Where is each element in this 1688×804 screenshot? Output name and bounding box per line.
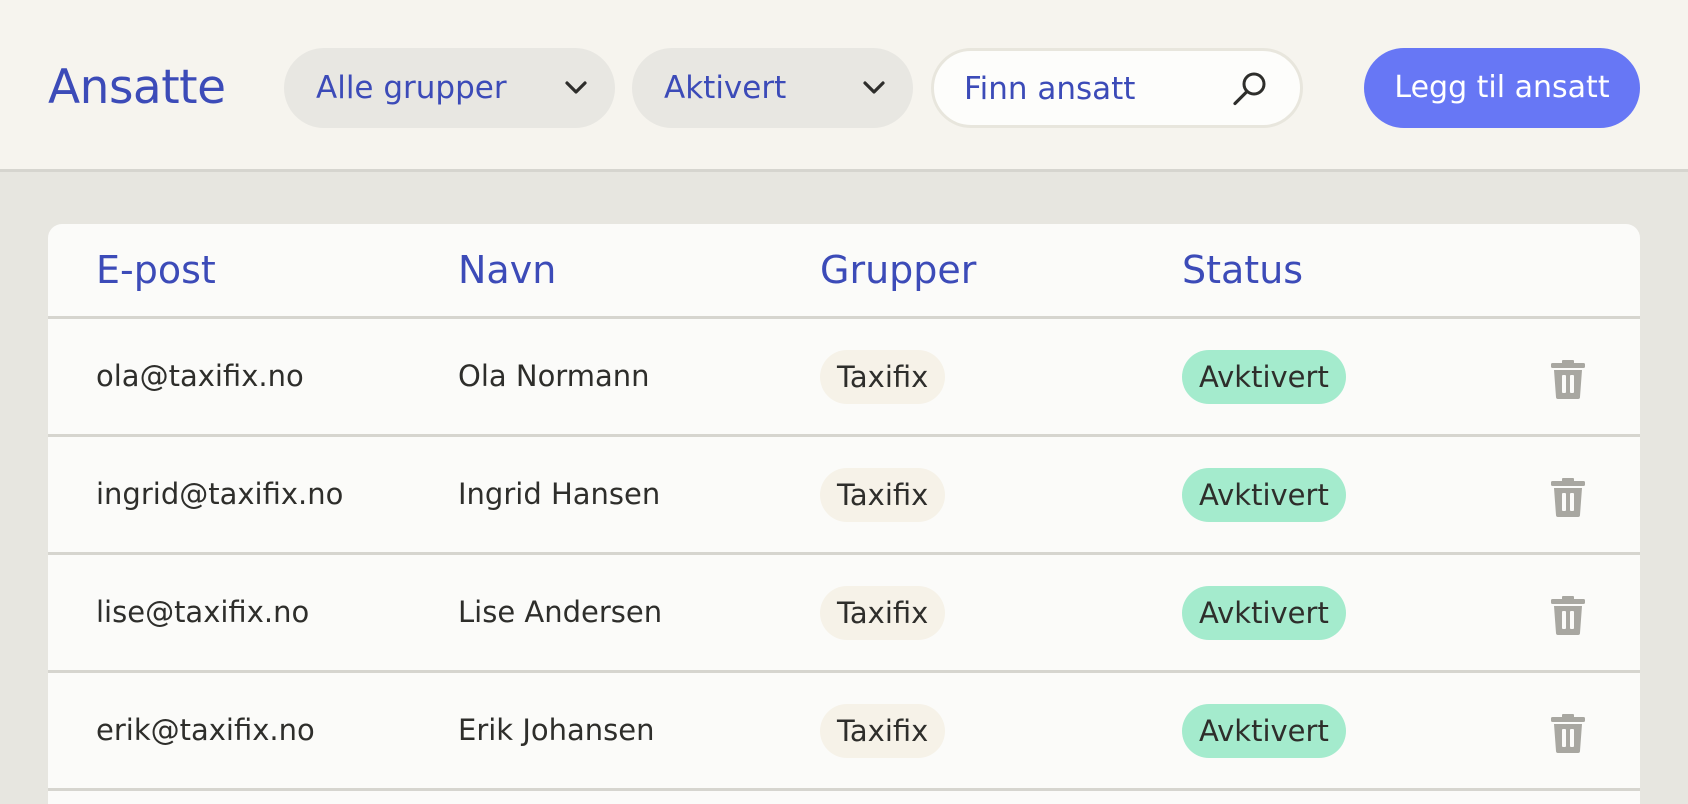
table-row[interactable]: lise@taxifix.no Lise Andersen Taxifix Av…	[48, 555, 1640, 673]
trash-icon[interactable]	[1550, 359, 1586, 399]
top-bar: Ansatte Alle grupper Aktivert Legg til a…	[0, 0, 1688, 172]
email-cell: ola@taxifix.no	[96, 359, 304, 393]
name-cell: Ola Normann	[458, 359, 650, 393]
group-chip: Taxifix	[820, 350, 946, 404]
column-header-groups: Grupper	[820, 248, 977, 292]
group-filter-dropdown[interactable]: Alle grupper	[284, 48, 615, 128]
column-header-name: Navn	[458, 248, 557, 292]
search-icon[interactable]	[1230, 69, 1270, 109]
name-cell: Erik Johansen	[458, 713, 655, 747]
email-cell: erik@taxifix.no	[96, 713, 315, 747]
chevron-down-icon	[565, 81, 587, 94]
table-header: E-post Navn Grupper Status	[48, 224, 1640, 319]
status-badge: Avktivert	[1182, 350, 1346, 404]
name-cell: Lise Andersen	[458, 595, 663, 629]
status-badge: Avktivert	[1182, 704, 1346, 758]
trash-icon[interactable]	[1550, 477, 1586, 517]
email-cell: lise@taxifix.no	[96, 595, 310, 629]
group-filter-value: Alle grupper	[316, 70, 507, 106]
employees-table: E-post Navn Grupper Status ola@taxifix.n…	[48, 224, 1640, 804]
group-chip: Taxifix	[820, 586, 946, 640]
column-header-status: Status	[1182, 248, 1304, 292]
table-row[interactable]: ola@taxifix.no Ola Normann Taxifix Avkti…	[48, 319, 1640, 437]
group-chip: Taxifix	[820, 704, 946, 758]
chevron-down-icon	[863, 81, 885, 94]
email-cell: ingrid@taxifix.no	[96, 477, 344, 511]
name-cell: Ingrid Hansen	[458, 477, 661, 511]
status-badge: Avktivert	[1182, 586, 1346, 640]
status-filter-dropdown[interactable]: Aktivert	[632, 48, 913, 128]
column-header-email: E-post	[96, 248, 216, 292]
status-filter-value: Aktivert	[664, 70, 787, 106]
group-chip: Taxifix	[820, 468, 946, 522]
search-input[interactable]	[962, 51, 1226, 127]
status-badge: Avktivert	[1182, 468, 1346, 522]
table-row[interactable]: ingrid@taxifix.no Ingrid Hansen Taxifix …	[48, 437, 1640, 555]
trash-icon[interactable]	[1550, 713, 1586, 753]
trash-icon[interactable]	[1550, 595, 1586, 635]
search-box	[931, 48, 1303, 128]
add-employee-button[interactable]: Legg til ansatt	[1364, 48, 1640, 128]
table-row[interactable]: erik@taxifix.no Erik Johansen Taxifix Av…	[48, 673, 1640, 791]
page-title: Ansatte	[48, 60, 226, 115]
